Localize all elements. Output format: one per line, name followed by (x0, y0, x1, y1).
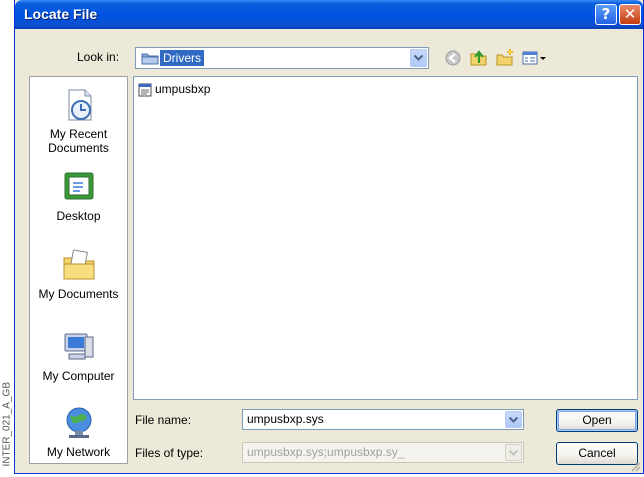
help-button[interactable]: ? (595, 4, 617, 25)
resize-grip-icon[interactable] (629, 459, 641, 471)
look-in-label: Look in: (77, 50, 119, 64)
chevron-down-icon (414, 55, 423, 61)
look-in-dropdown-arrow[interactable] (410, 49, 427, 67)
file-item[interactable]: umpusbxp (138, 81, 210, 99)
place-desktop[interactable]: Desktop (30, 169, 127, 223)
recent-documents-icon (61, 87, 97, 123)
place-label: My Recent Documents (48, 127, 109, 155)
my-network-icon (61, 405, 97, 441)
cancel-button[interactable]: Cancel (556, 442, 638, 465)
title-bar[interactable]: Locate File ? ✕ (15, 0, 643, 29)
chevron-down-icon (509, 417, 518, 423)
place-my-computer[interactable]: My Computer (30, 329, 127, 383)
place-my-network[interactable]: My Network (30, 405, 127, 459)
files-of-type-dropdown-arrow[interactable] (505, 444, 522, 461)
look-in-value: Drivers (160, 50, 204, 66)
new-folder-icon[interactable] (495, 48, 515, 68)
place-label: My Documents (38, 287, 118, 301)
files-of-type-label: Files of type: (135, 446, 203, 460)
my-computer-icon (61, 329, 97, 365)
look-in-dropdown[interactable]: Drivers (135, 47, 429, 69)
close-button[interactable]: ✕ (619, 4, 641, 25)
chevron-down-icon (509, 450, 518, 456)
system-file-icon (138, 83, 152, 97)
file-name-dropdown-arrow[interactable] (505, 411, 522, 428)
file-item-name: umpusbxp (155, 82, 210, 96)
file-name-value: umpusbxp.sys (247, 412, 324, 426)
view-menu-icon[interactable] (521, 48, 547, 68)
side-caption: INTER_021_A_GB (0, 352, 14, 472)
locate-file-dialog: Locate File ? ✕ Look in: Drivers (14, 0, 644, 474)
file-list[interactable]: umpusbxp (133, 76, 638, 400)
desktop-icon (61, 169, 97, 205)
place-label: My Network (47, 445, 110, 459)
files-of-type-value: umpusbxp.sys;umpusbxp.sy_ (247, 445, 404, 459)
file-name-label: File name: (135, 413, 191, 427)
place-label: Desktop (56, 209, 100, 223)
place-my-recent-documents[interactable]: My Recent Documents (30, 87, 127, 155)
side-caption-text: INTER_021_A_GB (2, 349, 13, 467)
open-button[interactable]: Open (556, 409, 638, 432)
file-name-combo[interactable]: umpusbxp.sys (242, 409, 524, 430)
place-label: My Computer (42, 369, 114, 383)
back-icon[interactable] (443, 48, 463, 68)
up-folder-icon[interactable] (469, 48, 489, 68)
places-bar: My Recent Documents Desktop My Documen (29, 76, 128, 464)
place-my-documents[interactable]: My Documents (30, 247, 127, 301)
folder-icon (141, 52, 159, 65)
my-documents-icon (61, 247, 97, 283)
window-title: Locate File (24, 6, 97, 22)
files-of-type-combo[interactable]: umpusbxp.sys;umpusbxp.sy_ (242, 442, 524, 463)
